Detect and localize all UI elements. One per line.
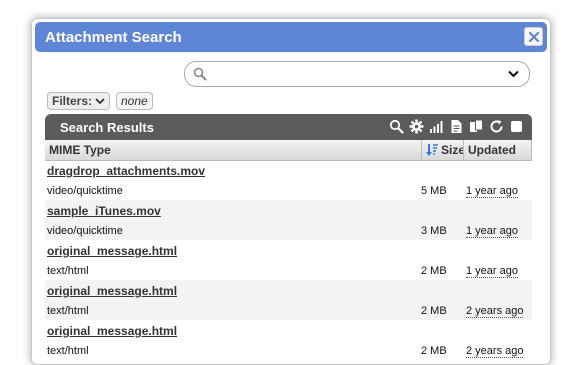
signal-bars-icon[interactable]: [429, 119, 444, 134]
column-divider: [421, 140, 422, 160]
chevron-down-icon[interactable]: [508, 70, 519, 78]
size-text: 3 MB: [421, 225, 447, 237]
filters-label: Filters:: [52, 94, 93, 108]
filter-value-tag[interactable]: none: [116, 92, 153, 110]
refresh-icon[interactable]: [489, 119, 504, 134]
dialog-titlebar[interactable]: Attachment Search: [35, 22, 547, 52]
table-row[interactable]: dragdrop_attachments.mov video/quicktime…: [45, 160, 532, 200]
mime-type-text: video/quicktime: [47, 185, 123, 197]
column-divider: [531, 140, 532, 160]
size-text: 2 MB: [421, 305, 447, 317]
copy-icon[interactable]: [469, 119, 484, 134]
attachment-name-link[interactable]: sample_iTunes.mov: [47, 204, 161, 218]
updated-text: 1 year ago: [466, 225, 518, 238]
search-icon: [193, 67, 207, 81]
search-combobox[interactable]: [184, 61, 530, 87]
mime-type-text: text/html: [47, 265, 89, 277]
size-text: 2 MB: [421, 345, 447, 357]
search-results-title: Search Results: [60, 120, 154, 135]
updated-text: 1 year ago: [466, 265, 518, 278]
updated-text: 2 years ago: [466, 305, 524, 318]
column-mime-type[interactable]: MIME Type: [49, 143, 111, 157]
size-text: 2 MB: [421, 265, 447, 277]
results-toolbar: [389, 119, 524, 134]
attachment-name-link[interactable]: dragdrop_attachments.mov: [47, 164, 205, 178]
size-text: 5 MB: [421, 185, 447, 197]
table-row[interactable]: original_message.html text/html 2 MB 1 y…: [45, 240, 532, 280]
table-row[interactable]: sample_iTunes.mov video/quicktime 3 MB 1…: [45, 200, 532, 240]
gear-icon[interactable]: [409, 119, 424, 134]
attachment-name-link[interactable]: original_message.html: [47, 284, 177, 298]
table-row[interactable]: original_message.html text/html 2 MB 2 y…: [45, 320, 532, 360]
updated-text: 1 year ago: [466, 185, 518, 198]
dialog-title: Attachment Search: [45, 29, 182, 46]
results-column-header: MIME Type Size Updated: [45, 140, 532, 161]
attachment-name-link[interactable]: original_message.html: [47, 244, 177, 258]
search-icon[interactable]: [389, 119, 404, 134]
select-all-checkbox[interactable]: [509, 119, 524, 134]
search-input[interactable]: [213, 65, 497, 85]
mime-type-text: video/quicktime: [47, 225, 123, 237]
table-row[interactable]: original_message.html text/html 2 MB 2 y…: [45, 280, 532, 320]
close-icon: [529, 32, 539, 42]
chevron-down-icon: [95, 97, 105, 104]
updated-text: 2 years ago: [466, 345, 524, 358]
mime-type-text: text/html: [47, 345, 89, 357]
column-size[interactable]: Size: [441, 143, 463, 157]
close-button[interactable]: [524, 27, 543, 46]
column-updated[interactable]: Updated: [468, 143, 516, 157]
filters-dropdown[interactable]: Filters:: [47, 92, 111, 110]
sort-descending-icon[interactable]: [426, 143, 439, 157]
document-icon[interactable]: [449, 119, 464, 134]
column-divider: [463, 140, 464, 160]
mime-type-text: text/html: [47, 305, 89, 317]
attachment-name-link[interactable]: original_message.html: [47, 324, 177, 338]
results-list: dragdrop_attachments.mov video/quicktime…: [45, 160, 532, 360]
attachment-search-dialog: Attachment Search Filters: none Search R…: [31, 18, 551, 365]
search-results-header: Search Results: [45, 114, 532, 140]
